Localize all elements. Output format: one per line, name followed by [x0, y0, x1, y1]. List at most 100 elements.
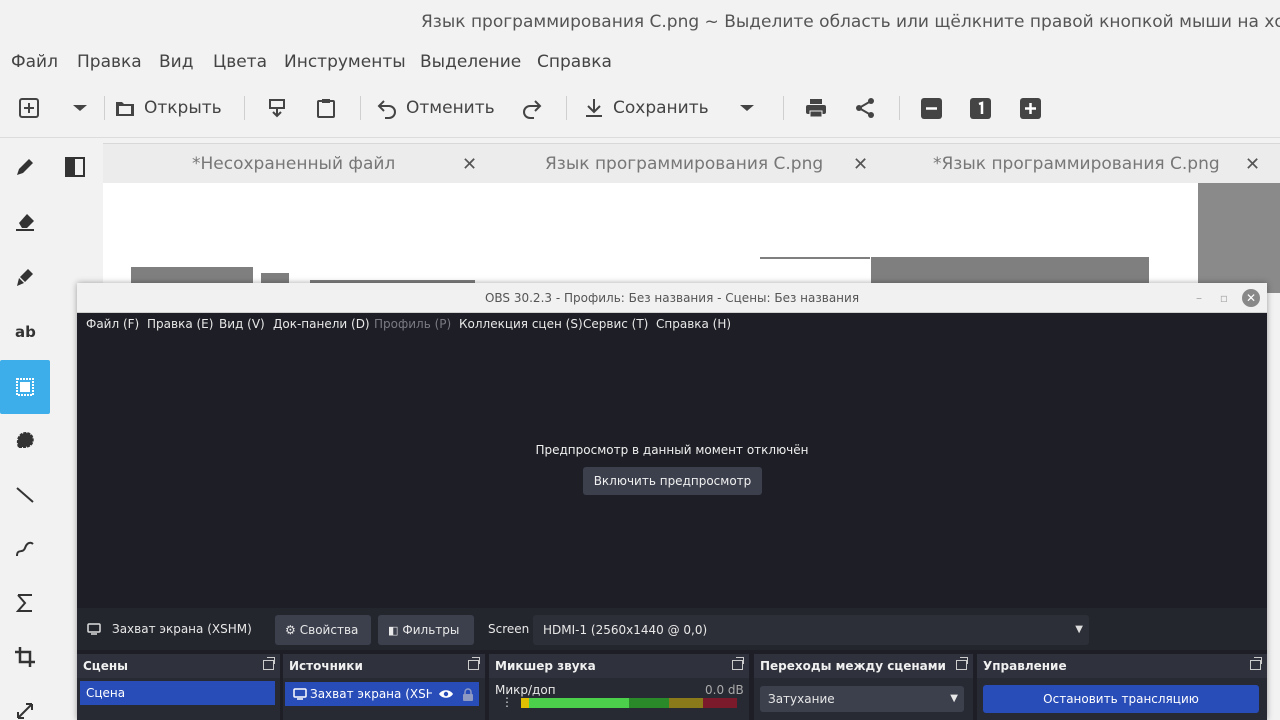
controls-dock-title: Управление — [983, 659, 1067, 673]
undo-label: Отменить — [406, 98, 495, 118]
line-icon — [16, 487, 34, 503]
swap-colors-button[interactable] — [62, 154, 88, 180]
save-dropdown-button[interactable] — [738, 84, 756, 132]
filters-label: Фильтры — [402, 623, 460, 637]
undock-icon[interactable] — [468, 657, 480, 670]
line-tool[interactable] — [0, 468, 50, 522]
pinta-menubar: Файл Правка Вид Цвета Инструменты Выделе… — [0, 44, 1280, 80]
obs-titlebar: OBS 30.2.3 - Профиль: Без названия - Сце… — [77, 283, 1267, 313]
tab-c-language-image[interactable]: Язык программирования C.png — [545, 144, 823, 184]
obs-menu-tools[interactable]: Сервис (T) — [583, 317, 648, 331]
close-icon[interactable]: ✕ — [853, 154, 868, 175]
zoom-out-button[interactable] — [921, 84, 942, 132]
docks-area: Сцены Сцена Источники Захват экрана (XSH… — [77, 652, 1267, 720]
obs-menu-profile[interactable]: Профиль (P) — [374, 317, 451, 331]
obs-menu-docks[interactable]: Док-панели (D) — [273, 317, 370, 331]
chevron-down-icon — [73, 105, 87, 111]
print-button[interactable] — [804, 84, 828, 132]
toolbar-separator — [783, 96, 784, 120]
mixer-menu-icon[interactable]: ⋮ — [501, 696, 513, 717]
undock-icon[interactable] — [956, 657, 968, 670]
undo-button[interactable]: Отменить — [376, 84, 495, 132]
eraser-tool[interactable] — [0, 194, 50, 248]
zoom-in-button[interactable] — [1020, 84, 1041, 132]
chevron-down-icon — [740, 105, 754, 111]
paste-button[interactable] — [315, 84, 337, 132]
canvas-shape — [760, 257, 870, 259]
pinta-menu-view[interactable]: Вид — [159, 52, 193, 72]
paintbrush-tool[interactable] — [0, 250, 50, 304]
mixer-dock-header: Микшер звука — [489, 654, 749, 678]
scene-list-item[interactable]: Сцена — [80, 681, 275, 705]
undock-icon[interactable] — [263, 657, 275, 670]
eye-icon[interactable] — [438, 688, 454, 700]
redo-button[interactable] — [521, 84, 543, 132]
undock-icon[interactable] — [732, 657, 744, 670]
screen-select[interactable]: HDMI-1 (2560x1440 @ 0,0) ▼ — [533, 615, 1089, 645]
image-canvas[interactable] — [103, 183, 1198, 293]
volume-meter — [521, 698, 737, 708]
pinta-menu-edit[interactable]: Правка — [77, 52, 142, 72]
obs-menu-view[interactable]: Вид (V) — [219, 317, 265, 331]
stop-streaming-button[interactable]: Остановить трансляцию — [983, 685, 1259, 713]
share-button[interactable] — [854, 84, 876, 132]
screen-label: Screen — [488, 622, 530, 636]
properties-button[interactable]: ⚙ Свойства — [275, 615, 371, 645]
save-as-icon — [269, 99, 285, 118]
close-icon[interactable]: ✕ — [1242, 289, 1260, 307]
minimize-icon[interactable]: – — [1191, 290, 1207, 306]
transition-select-value: Затухание — [768, 692, 835, 706]
source-item-label: Захват экрана (XSHM — [310, 687, 432, 701]
close-icon[interactable]: ✕ — [1245, 154, 1260, 175]
lock-icon[interactable] — [462, 687, 474, 701]
resize-tool[interactable] — [0, 684, 50, 720]
source-list-item[interactable]: Захват экрана (XSHM — [285, 682, 479, 706]
chevron-down-icon: ▼ — [1075, 624, 1083, 635]
transition-select[interactable]: Затухание ▼ — [760, 686, 964, 712]
rectangle-select-icon — [16, 378, 34, 396]
curve-tool[interactable] — [0, 522, 50, 576]
pinta-menu-help[interactable]: Справка — [537, 52, 612, 72]
toolbar-separator — [899, 96, 900, 120]
gear-icon: ⚙ — [285, 623, 296, 637]
new-dropdown-button[interactable] — [71, 84, 89, 132]
new-image-button[interactable] — [17, 84, 41, 132]
filter-icon: ◧ — [388, 623, 399, 637]
text-tool[interactable]: ab — [0, 305, 50, 359]
toolbar-separator — [360, 96, 361, 120]
pencil-tool[interactable] — [0, 140, 50, 194]
actual-size-button[interactable] — [970, 84, 991, 132]
lasso-select-tool[interactable] — [0, 414, 50, 468]
save-button[interactable]: Сохранить — [583, 84, 709, 132]
sources-dock-title: Источники — [289, 659, 363, 673]
scenes-dock-title: Сцены — [83, 659, 128, 673]
pinta-titlebar: Язык программирования C.png ~ Выделите о… — [0, 0, 1280, 44]
obs-menu-help[interactable]: Справка (H) — [656, 317, 731, 331]
close-icon[interactable]: ✕ — [462, 154, 477, 175]
crop-tool[interactable] — [0, 630, 50, 684]
pinta-menu-tools[interactable]: Инструменты — [284, 52, 406, 72]
obs-menubar: Файл (F) Правка (E) Вид (V) Док-панели (… — [77, 313, 1267, 337]
tab-unsaved-file[interactable]: *Несохраненный файл — [192, 144, 395, 184]
pinta-menu-selection[interactable]: Выделение — [420, 52, 521, 72]
enable-preview-button[interactable]: Включить предпросмотр — [583, 467, 762, 495]
pinta-window-title: Язык программирования C.png ~ Выделите о… — [421, 12, 1280, 32]
pinta-menu-colors[interactable]: Цвета — [213, 52, 267, 72]
toolbar-separator — [104, 96, 105, 120]
filters-button[interactable]: ◧ Фильтры — [378, 615, 474, 645]
obs-menu-file[interactable]: Файл (F) — [86, 317, 139, 331]
obs-window-title: OBS 30.2.3 - Профиль: Без названия - Сце… — [484, 291, 860, 305]
save-as-button[interactable] — [266, 84, 288, 132]
shape-tool[interactable] — [0, 576, 50, 630]
document-tabs: *Несохраненный файл ✕ Язык программирова… — [103, 143, 1280, 183]
rectangle-select-tool[interactable] — [0, 360, 50, 414]
save-label: Сохранить — [613, 98, 709, 118]
obs-menu-edit[interactable]: Правка (E) — [147, 317, 213, 331]
open-button[interactable]: Открыть — [114, 84, 222, 132]
obs-menu-scene-collection[interactable]: Коллекция сцен (S) — [459, 317, 583, 331]
undock-icon[interactable] — [1250, 657, 1262, 670]
maximize-icon[interactable]: ▫ — [1216, 290, 1232, 306]
scenes-dock-header: Сцены — [77, 654, 280, 678]
pinta-menu-file[interactable]: Файл — [11, 52, 58, 72]
tab-c-language-image-modified[interactable]: *Язык программирования C.png — [933, 144, 1220, 184]
